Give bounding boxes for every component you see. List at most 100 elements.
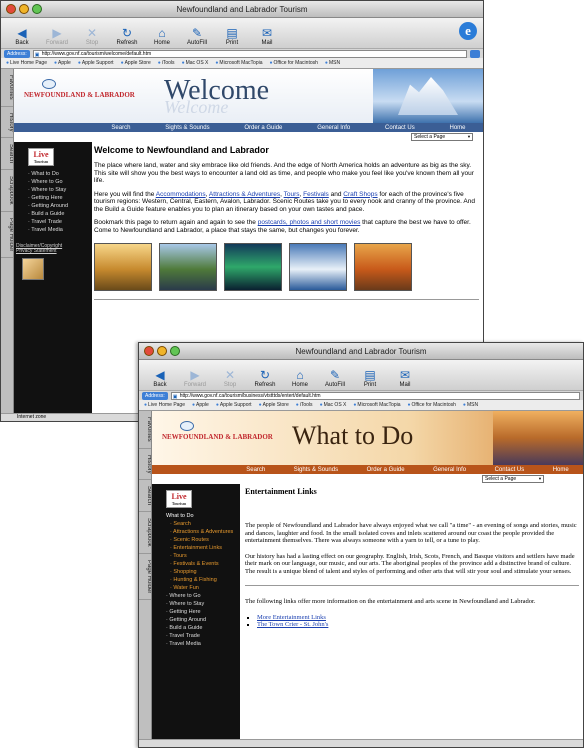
favorite-link[interactable]: ●iTools xyxy=(158,60,175,66)
menu-item[interactable]: · Travel Trade xyxy=(28,218,68,226)
menu-item[interactable]: · Hunting & Fishing xyxy=(166,576,233,584)
menu-item[interactable]: · Build a Guide xyxy=(166,624,233,632)
menu-item[interactable]: · Tours xyxy=(166,552,233,560)
autofill-button[interactable]: ✎ AutoFill xyxy=(184,26,210,46)
region-link[interactable]: Craft Shops xyxy=(343,191,377,198)
mail-button[interactable]: ✉ Mail xyxy=(254,26,280,46)
menu-item[interactable]: · Entertainment Links xyxy=(166,544,233,552)
nav-link[interactable]: Sights & Sounds xyxy=(294,467,338,473)
favorite-link[interactable]: ●MSN xyxy=(463,402,478,408)
tab-history[interactable]: History xyxy=(1,107,13,139)
tab-search[interactable]: Search xyxy=(139,480,151,513)
menu-item[interactable]: · Getting Here xyxy=(28,194,68,202)
title-bar[interactable]: Newfoundland and Labrador Tourism xyxy=(139,343,583,360)
nav-link[interactable]: Contact Us xyxy=(495,467,525,473)
nav-link[interactable]: Home xyxy=(553,467,569,473)
tab-scrapbook[interactable]: Scrapbook xyxy=(139,512,151,555)
stop-button[interactable]: ✕ Stop xyxy=(79,26,105,46)
title-bar[interactable]: Newfoundland and Labrador Tourism xyxy=(1,1,483,18)
region-link[interactable]: Festivals xyxy=(303,191,329,198)
menu-item[interactable]: · Water Fun xyxy=(166,584,233,592)
tab-favorites[interactable]: Favorites xyxy=(1,69,13,107)
favorite-link[interactable]: ●MSN xyxy=(325,60,340,66)
back-button[interactable]: ◀ Back xyxy=(147,368,173,388)
close-window-button[interactable] xyxy=(144,346,154,356)
mail-button[interactable]: ✉ Mail xyxy=(392,368,418,388)
tab-history[interactable]: History xyxy=(139,449,151,481)
print-button[interactable]: ▤ Print xyxy=(219,26,245,46)
postcards-link[interactable]: postcards, photos and short movies xyxy=(258,219,361,226)
tab-favorites[interactable]: Favorites xyxy=(139,411,151,449)
favorite-link[interactable]: ●Apple Support xyxy=(216,402,252,408)
refresh-button[interactable]: ↻ Refresh xyxy=(114,26,140,46)
minimize-window-button[interactable] xyxy=(157,346,167,356)
live-badge[interactable]: Live Tourism xyxy=(28,148,54,166)
page-select[interactable]: Select a Page xyxy=(411,133,473,141)
refresh-button[interactable]: ↻ Refresh xyxy=(252,368,278,388)
favorite-link[interactable]: ●Mac OS X xyxy=(182,60,209,66)
menu-item[interactable]: · Travel Trade xyxy=(166,632,233,640)
address-input[interactable]: ▣ http://www.gov.nf.ca/tourism/welcome/de… xyxy=(32,49,467,58)
menu-item[interactable]: · Attractions & Adventures xyxy=(166,528,233,536)
forward-button[interactable]: ▶ Forward xyxy=(182,368,208,388)
zoom-window-button[interactable] xyxy=(32,4,42,14)
photo-sunset[interactable] xyxy=(354,243,412,291)
nav-link[interactable]: Search xyxy=(111,125,130,131)
tab-search[interactable]: Search xyxy=(1,138,13,171)
menu-item[interactable]: · Build a Guide xyxy=(28,210,68,218)
menu-item[interactable]: · Where to Go xyxy=(166,592,233,600)
menu-item[interactable]: · Getting Around xyxy=(166,616,233,624)
menu-item[interactable]: · Getting Around xyxy=(28,202,68,210)
nav-link[interactable]: General Info xyxy=(317,125,350,131)
nav-link[interactable]: Contact Us xyxy=(385,125,415,131)
favorite-link[interactable]: ●Mac OS X xyxy=(320,402,347,408)
guide-book-image[interactable] xyxy=(22,258,44,280)
nl-logo[interactable]: NEWFOUNDLAND & LABRADOR xyxy=(162,421,273,441)
home-button[interactable]: ⌂ Home xyxy=(287,368,313,388)
minimize-window-button[interactable] xyxy=(19,4,29,14)
favorite-link[interactable]: ●iTools xyxy=(296,402,313,408)
favorite-link[interactable]: ●Office for Macintosh xyxy=(270,60,318,66)
favorite-link[interactable]: ●Microsoft MacTopia xyxy=(215,60,262,66)
home-button[interactable]: ⌂ Home xyxy=(149,26,175,46)
nav-link[interactable]: Home xyxy=(450,125,466,131)
favorite-link[interactable]: ●Apple Store xyxy=(259,402,289,408)
live-badge[interactable]: Live Tourism xyxy=(166,490,192,508)
favorite-link[interactable]: ●Microsoft MacTopia xyxy=(353,402,400,408)
forward-button[interactable]: ▶ Forward xyxy=(44,26,70,46)
back-button[interactable]: ◀ Back xyxy=(9,26,35,46)
zoom-window-button[interactable] xyxy=(170,346,180,356)
tab-scrapbook[interactable]: Scrapbook xyxy=(1,170,13,213)
menu-item[interactable]: · What to Do xyxy=(28,170,68,178)
menu-item[interactable]: · Festivals & Events xyxy=(166,560,233,568)
nav-link[interactable]: Search xyxy=(246,467,265,473)
page-select[interactable]: Select a Page xyxy=(482,475,544,483)
privacy-link[interactable]: Privacy Statement xyxy=(16,249,57,254)
close-window-button[interactable] xyxy=(6,4,16,14)
favorite-link[interactable]: ●Live Home Page xyxy=(144,402,185,408)
menu-item[interactable]: · Where to Go xyxy=(28,178,68,186)
menu-item[interactable]: · Search xyxy=(166,520,233,528)
nav-link[interactable]: Sights & Sounds xyxy=(165,125,209,131)
menu-item[interactable]: · Travel Media xyxy=(166,640,233,648)
menu-item[interactable]: What to Do xyxy=(166,512,233,520)
favorite-link[interactable]: ●Apple xyxy=(54,60,71,66)
nav-link[interactable]: Order a Guide xyxy=(367,467,405,473)
photo-iceberg[interactable] xyxy=(289,243,347,291)
town-crier-link[interactable]: The Town Crier - St. John's xyxy=(257,621,328,628)
favorite-link[interactable]: ●Office for Macintosh xyxy=(408,402,456,408)
region-link[interactable]: Accommodations xyxy=(156,191,206,198)
print-button[interactable]: ▤ Print xyxy=(357,368,383,388)
go-button[interactable] xyxy=(470,49,480,58)
favorite-link[interactable]: ●Apple Support xyxy=(78,60,114,66)
photo-fjord[interactable] xyxy=(159,243,217,291)
tab-page-holder[interactable]: Page Holder xyxy=(139,554,151,601)
stop-button[interactable]: ✕ Stop xyxy=(217,368,243,388)
menu-item[interactable]: · Scenic Routes xyxy=(166,536,233,544)
more-entertainment-link[interactable]: More Entertainment Links xyxy=(257,614,326,621)
nav-link[interactable]: General Info xyxy=(433,467,466,473)
region-link[interactable]: Tours xyxy=(284,191,300,198)
address-input[interactable]: ▣ http://www.gov.nf.ca/tourism/business/v… xyxy=(170,391,580,400)
menu-item[interactable]: · Getting Here xyxy=(166,608,233,616)
menu-item[interactable]: · Where to Stay xyxy=(28,186,68,194)
